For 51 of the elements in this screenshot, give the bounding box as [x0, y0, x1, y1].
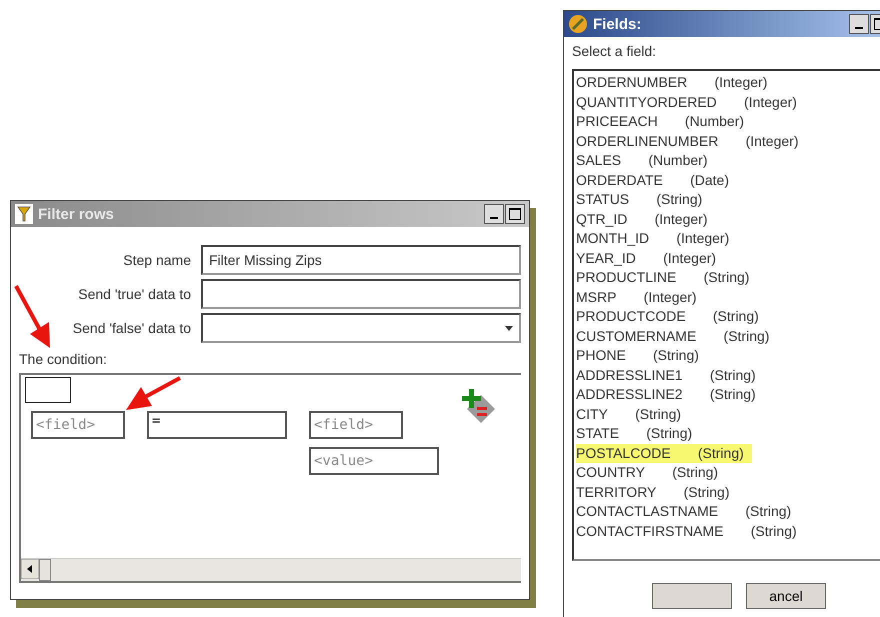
window-title: Filter rows	[38, 206, 115, 222]
field-list-item[interactable]: YEAR_ID (Integer)	[576, 248, 724, 268]
field-list-item[interactable]: PRODUCTLINE (String)	[576, 268, 758, 288]
field-list-item[interactable]: ORDERDATE (Date)	[576, 170, 737, 190]
dropdown-field[interactable]	[201, 313, 521, 343]
funnel-icon	[15, 204, 33, 224]
field-list-item[interactable]: ADDRESSLINE2 (String)	[576, 385, 764, 404]
field-list-item[interactable]: TERRITORY (String)	[576, 482, 738, 502]
field-list-item[interactable]: STATE (String)	[576, 424, 700, 444]
field-label: Send 'false' data to	[72, 320, 191, 336]
field-list-item[interactable]: STATUS (String)	[576, 190, 710, 210]
condition-box[interactable]	[25, 377, 71, 403]
text-field[interactable]	[201, 279, 521, 309]
minimize-button[interactable]	[849, 14, 869, 34]
field-list-item[interactable]: PHONE (String)	[576, 346, 707, 366]
field-list-item[interactable]: CITY (String)	[576, 404, 690, 424]
field-list-item[interactable]: POSTALCODE (String)	[576, 444, 752, 463]
horizontal-scrollbar[interactable]	[21, 558, 521, 581]
field-label: Send 'true' data to	[77, 286, 191, 302]
field-list-item[interactable]: ORDERLINENUMBER (Integer)	[576, 132, 806, 151]
arrow	[14, 285, 50, 348]
field-list-item[interactable]: PRICEEACH (Number)	[576, 112, 752, 132]
operator-field[interactable]: =	[147, 411, 287, 439]
field-selector[interactable]: <field>	[31, 411, 125, 439]
field-list-item[interactable]: QUANTITYORDERED (Integer)	[576, 92, 805, 112]
text-field[interactable]: Filter Missing Zips	[201, 245, 521, 275]
window-title: Fields:	[593, 16, 642, 32]
field-list-item[interactable]: QTR_ID (Integer)	[576, 210, 716, 229]
prompt-label: Select a field:	[572, 43, 658, 61]
field-list-item[interactable]: CONTACTLASTNAME (String)	[576, 502, 800, 522]
arrow	[126, 376, 181, 410]
scroll-left-icon[interactable]	[21, 559, 39, 579]
minimize-button[interactable]	[484, 204, 504, 224]
logo-icon	[568, 14, 588, 34]
condition-label: The condition:	[19, 351, 108, 367]
field-list-item[interactable]: ORDERNUMBER (Integer)	[576, 73, 776, 92]
caret-icon	[505, 326, 513, 330]
field-selector[interactable]: <field>	[309, 411, 403, 439]
field-list-item[interactable]: CONTACTFIRSTNAME (String)	[576, 522, 805, 541]
field-list-item[interactable]: PRODUCTCODE (String)	[576, 307, 767, 326]
field-list-item[interactable]: ADDRESSLINE1 (String)	[576, 366, 764, 385]
scroll-thumb[interactable]	[39, 559, 51, 581]
field-list-item[interactable]: CUSTOMERNAME (String)	[576, 326, 778, 346]
field-list-item[interactable]: SALES (Number)	[576, 151, 716, 170]
field-list-item[interactable]: MONTH_ID (Integer)	[576, 229, 738, 248]
maximize-button[interactable]	[505, 204, 525, 224]
cancel-button[interactable]: ancel	[746, 583, 826, 609]
field-label: Step name	[122, 252, 191, 268]
field-list-item[interactable]: MSRP (Integer)	[576, 288, 705, 307]
value-field[interactable]: <value>	[309, 447, 439, 475]
field-list-item[interactable]: COUNTRY (String)	[576, 463, 726, 482]
